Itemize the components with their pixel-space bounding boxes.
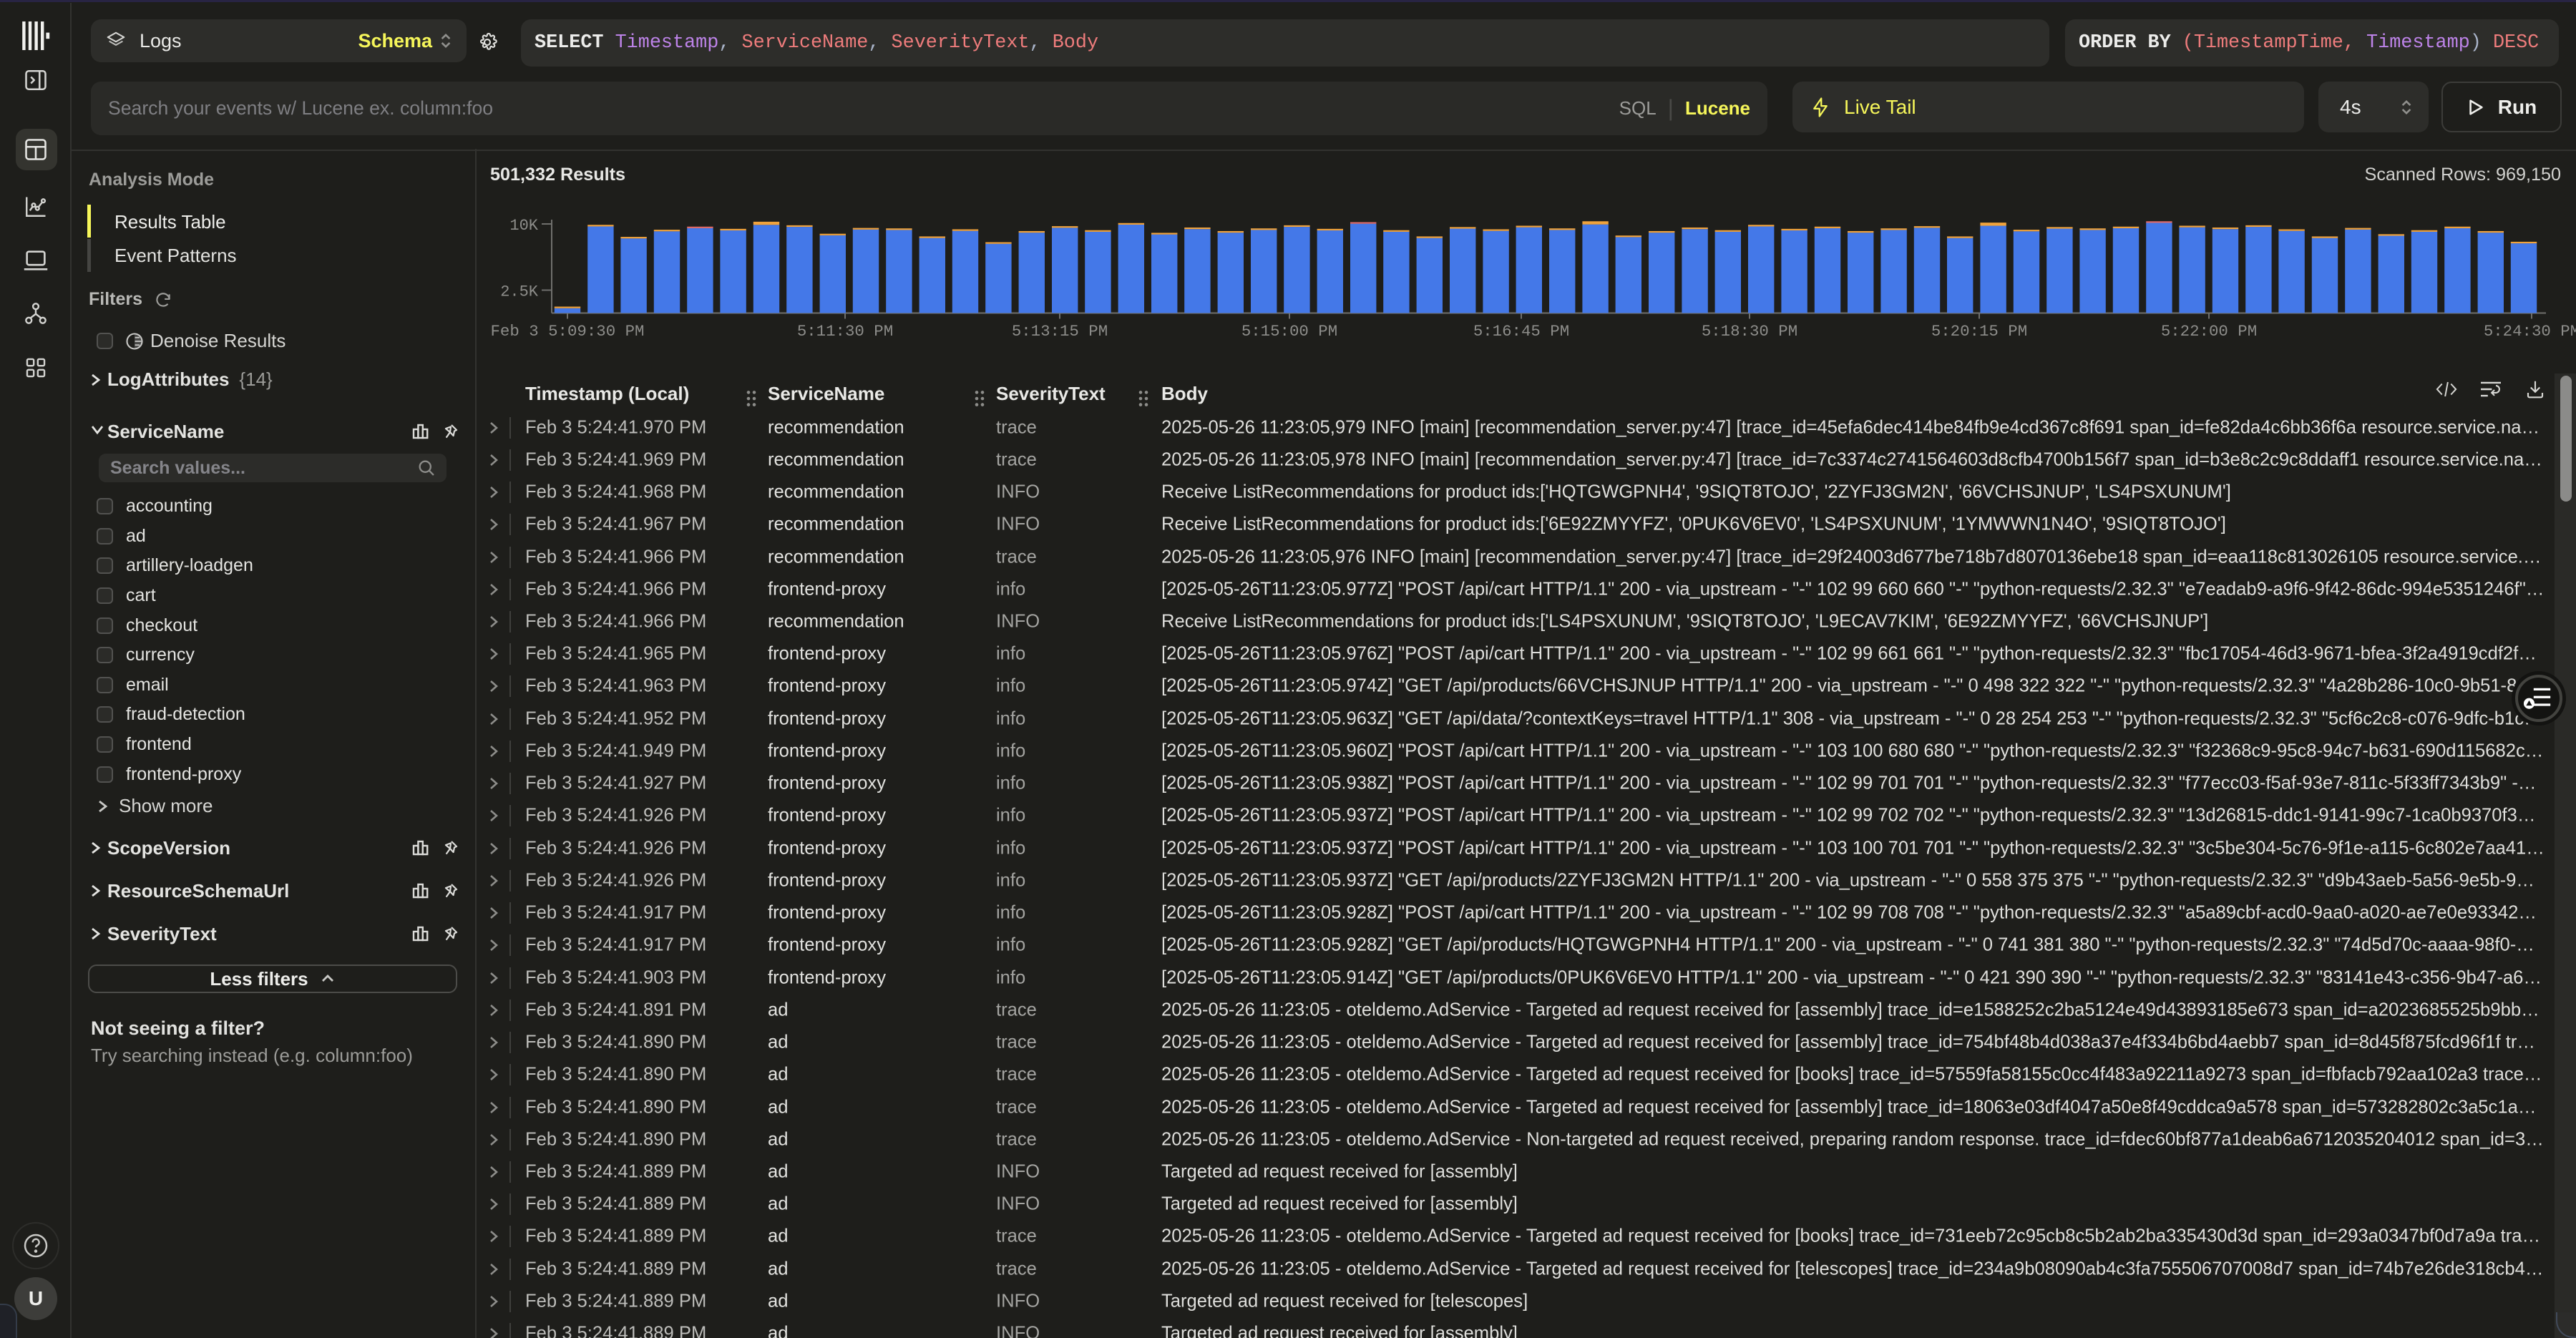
- svg-text:5:24:30 PM: 5:24:30 PM: [2484, 322, 2576, 341]
- svg-text:5:20:15 PM: 5:20:15 PM: [1931, 322, 2027, 341]
- svg-text:5:22:00 PM: 5:22:00 PM: [2161, 322, 2257, 341]
- svg-text:Feb 3 5:09:30 PM: Feb 3 5:09:30 PM: [491, 322, 645, 341]
- svg-text:5:18:30 PM: 5:18:30 PM: [1702, 322, 1797, 341]
- svg-text:5:11:30 PM: 5:11:30 PM: [797, 322, 893, 341]
- svg-text:5:15:00 PM: 5:15:00 PM: [1241, 322, 1337, 341]
- svg-text:5:16:45 PM: 5:16:45 PM: [1473, 322, 1569, 341]
- svg-text:5:13:15 PM: 5:13:15 PM: [1012, 322, 1108, 341]
- svg-text:10K: 10K: [509, 217, 538, 235]
- svg-text:2.5K: 2.5K: [500, 283, 539, 301]
